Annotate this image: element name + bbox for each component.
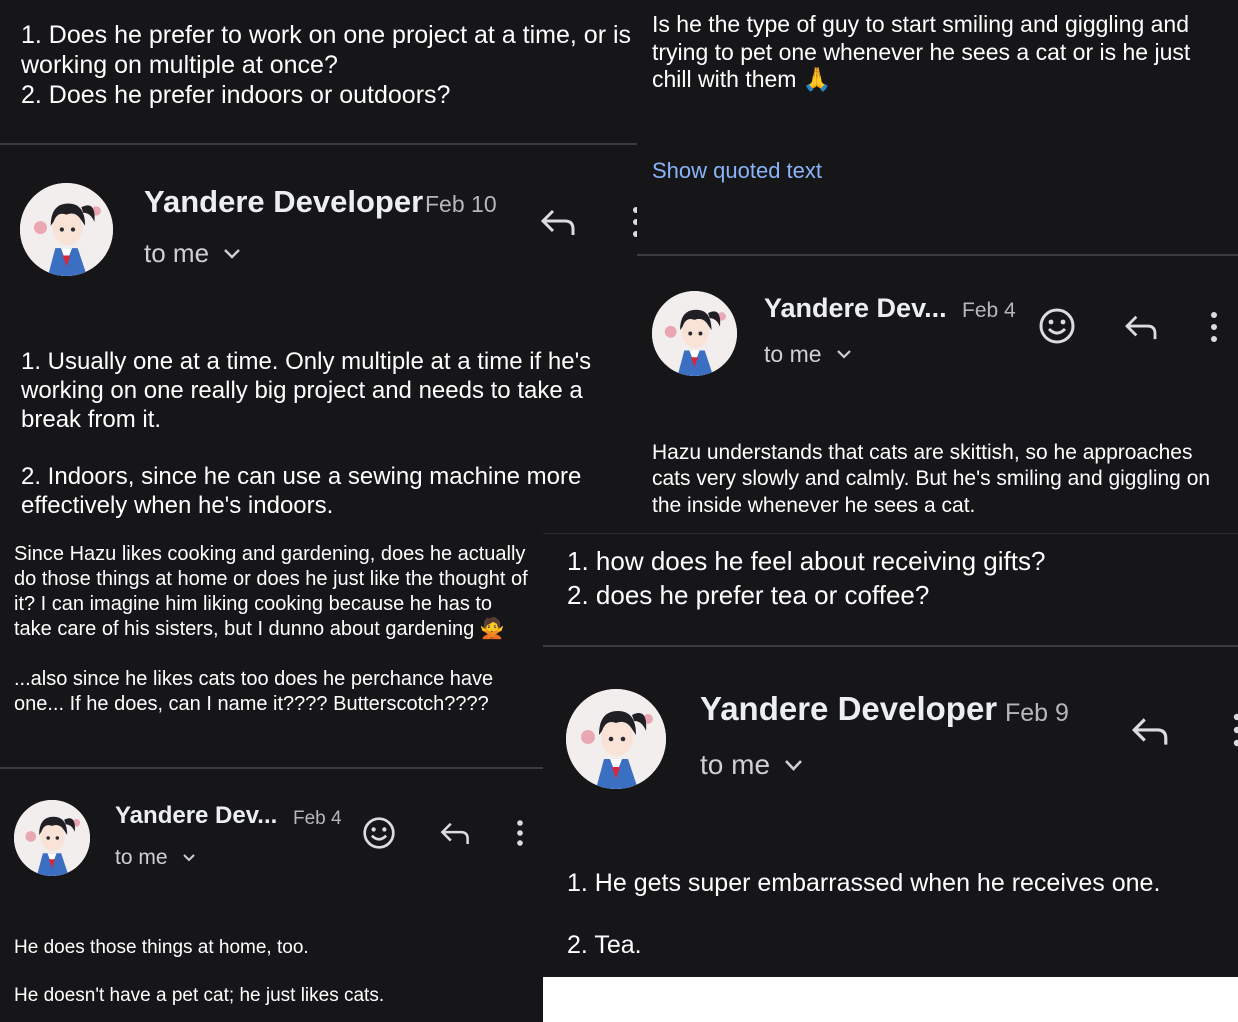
reply-button[interactable] — [1121, 310, 1161, 344]
react-emoji-button[interactable] — [361, 815, 397, 851]
recipient-toggle[interactable]: to me — [115, 846, 196, 870]
question-text: Since Hazu likes cooking and gardening, … — [14, 543, 528, 715]
question-text: Is he the type of guy to start smiling a… — [652, 11, 1191, 93]
message-divider — [637, 254, 1238, 256]
reply-arrow-icon — [440, 822, 469, 844]
recipient-toggle[interactable]: to me — [764, 341, 852, 368]
smiley-face-icon — [363, 817, 395, 849]
chevron-down-icon — [836, 350, 851, 359]
message-divider — [543, 645, 1238, 647]
sender-name: Yandere Developer — [144, 184, 424, 219]
recipient-toggle[interactable]: to me — [144, 238, 241, 269]
recipient-label: to me — [115, 846, 168, 869]
more-options-button[interactable] — [512, 818, 528, 848]
anime-girl-avatar-icon — [14, 800, 90, 876]
recipient-label: to me — [700, 749, 771, 780]
email-panel-bottom-left: Since Hazu likes cooking and gardening, … — [0, 533, 543, 1022]
smiley-face-icon — [1039, 308, 1075, 344]
more-options-button[interactable] — [1230, 711, 1238, 749]
reply-text: 1. Usually one at a time. Only multiple … — [21, 348, 592, 520]
sender-avatar[interactable] — [652, 291, 737, 376]
anime-girl-avatar-icon — [20, 183, 113, 276]
more-options-button[interactable] — [628, 204, 637, 240]
sender-name: Yandere Dev... — [115, 802, 278, 829]
react-emoji-button[interactable] — [1037, 306, 1077, 346]
message-divider — [0, 767, 543, 769]
sender-avatar[interactable] — [14, 800, 90, 876]
reply-text: He does those things at home, too. He do… — [14, 937, 385, 1006]
person-gesturing-no-emoji: 🙅 — [479, 618, 505, 640]
more-options-button[interactable] — [1207, 310, 1221, 344]
reply-text: 1. He gets super embarrassed when he rec… — [567, 869, 1161, 960]
message-date: Feb 9 — [1005, 699, 1069, 727]
email-panel-top-right: Is he the type of guy to start smiling a… — [637, 0, 1238, 533]
message-date: Feb 4 — [293, 808, 342, 829]
reply-text: Hazu understands that cats are skittish,… — [652, 441, 1211, 517]
sender-avatar[interactable] — [566, 689, 666, 789]
sender-name: Yandere Developer — [700, 690, 998, 727]
recipient-label: to me — [144, 238, 210, 268]
message-date: Feb 10 — [425, 191, 497, 217]
vertical-dots-icon — [1211, 312, 1217, 342]
sender-avatar[interactable] — [20, 183, 113, 276]
sender-name: Yandere Dev... — [764, 293, 947, 323]
praying-hands-emoji: 🙏 — [802, 66, 832, 93]
message-divider — [543, 533, 1238, 534]
email-panel-bottom-right: 1. how does he feel about receiving gift… — [543, 533, 1238, 977]
chevron-down-icon — [182, 854, 195, 862]
reply-arrow-icon — [1125, 315, 1157, 340]
recipient-label: to me — [764, 341, 822, 367]
question-text: 1. how does he feel about receiving gift… — [567, 546, 1046, 610]
reply-button[interactable] — [536, 203, 580, 241]
message-date: Feb 4 — [962, 299, 1016, 322]
message-divider — [0, 143, 637, 145]
vertical-dots-icon — [517, 820, 523, 846]
anime-girl-avatar-icon — [566, 689, 666, 789]
vertical-dots-icon — [633, 207, 637, 237]
show-quoted-text-link[interactable]: Show quoted text — [652, 158, 822, 184]
chevron-down-icon — [224, 248, 240, 259]
reply-button[interactable] — [1128, 711, 1172, 751]
reply-arrow-icon — [540, 209, 575, 235]
reply-button[interactable] — [438, 818, 472, 848]
recipient-toggle[interactable]: to me — [700, 749, 803, 781]
chevron-down-icon — [785, 759, 802, 771]
question-text: 1. Does he prefer to work on one project… — [21, 21, 632, 109]
email-panel-top-left: 1. Does he prefer to work on one project… — [0, 0, 637, 533]
vertical-dots-icon — [1233, 713, 1238, 747]
anime-girl-avatar-icon — [652, 291, 737, 376]
reply-arrow-icon — [1131, 718, 1168, 745]
